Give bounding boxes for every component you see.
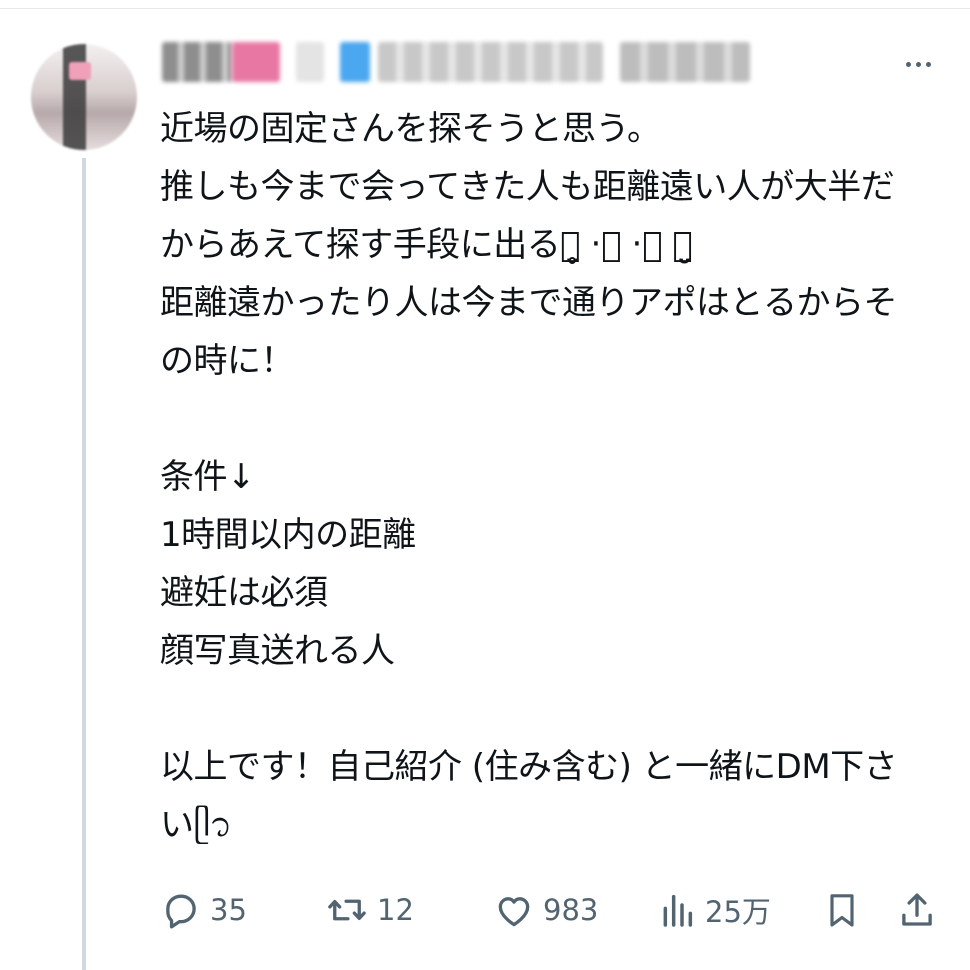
heart-icon [498, 897, 530, 927]
tweet-line: 近場の固定さんを探そうと思う。 [160, 109, 661, 149]
retweet-button[interactable]: 12 [325, 880, 414, 940]
share-button[interactable] [896, 880, 938, 940]
tweet-line: 距離遠かったり人は今まで通りアポはとるからそ [160, 283, 898, 323]
like-count: 983 [543, 893, 599, 927]
tweet-line: 条件↓ [160, 457, 256, 497]
bookmark-icon [830, 894, 854, 927]
tweet-line: 以上です！自己紹介 (住み含む) と一緒にDM下さ [160, 747, 898, 787]
reply-count: 35 [210, 893, 247, 927]
more-dots-icon[interactable] [897, 50, 939, 78]
tweet-line: 1時間以内の距離 [160, 515, 416, 555]
share-icon [902, 893, 932, 926]
reply-button[interactable]: 35 [160, 880, 247, 940]
blurred-separator [296, 42, 324, 82]
blurred-emoji [232, 42, 280, 82]
tweet-line: いᥫ᭡ [160, 805, 232, 845]
action-bar: 35 12 983 25万 [160, 880, 950, 940]
blurred-emoji-blue [340, 42, 370, 82]
views-button[interactable]: 25万 [657, 880, 771, 940]
tweet-line: の時に！ [160, 341, 295, 381]
views-icon [663, 894, 693, 927]
thread-line [82, 158, 86, 970]
like-button[interactable]: 983 [493, 880, 598, 940]
tweet-line: 避妊は必須 [160, 573, 328, 613]
tweet-line: からあえて探す手段に出るꪔ̤̥ ‧͙ ‧͙ ꪔ̤̮ [160, 225, 693, 265]
blurred-timestamp[interactable] [620, 42, 750, 82]
bookmark-button[interactable] [822, 880, 862, 940]
tweet-text: 近場の固定さんを探そうと思う。 推しも今まで会ってきた人も距離遠い人が大半だ か… [160, 100, 960, 854]
retweet-icon [328, 899, 366, 921]
top-divider [0, 8, 970, 9]
view-count: 25万 [705, 895, 771, 929]
avatar[interactable] [31, 44, 137, 150]
retweet-count: 12 [377, 893, 414, 927]
tweet-line: 推しも今まで会ってきた人も距離遠い人が大半だ [160, 167, 895, 207]
tweet-line: 顔写真送れる人 [160, 631, 395, 671]
blurred-display-name[interactable] [162, 42, 232, 82]
blurred-handle[interactable] [378, 42, 603, 82]
reply-icon [166, 894, 196, 929]
